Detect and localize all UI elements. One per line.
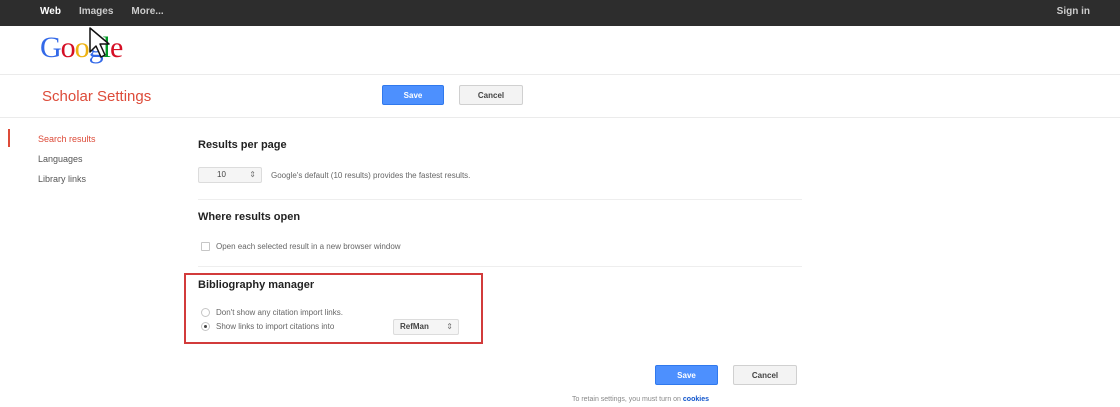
cookie-notice: To retain settings, you must turn on coo… [572, 396, 709, 403]
results-per-page-select[interactable]: 10 ⇕ [198, 167, 262, 183]
select-arrows-icon: ⇕ [249, 170, 256, 179]
cookie-notice-text: To retain settings, you must turn on [572, 396, 681, 403]
logo-letter: o [60, 31, 76, 64]
bottom-save-button[interactable]: Save [655, 365, 718, 385]
section-divider [198, 266, 802, 267]
where-results-open-title: Where results open [198, 211, 301, 223]
sidebar-item-library-links[interactable]: Library links [38, 173, 96, 193]
sign-in-link[interactable]: Sign in [1057, 6, 1090, 17]
new-window-checkbox[interactable] [201, 242, 210, 251]
bottom-cancel-button[interactable]: Cancel [733, 365, 797, 385]
header-divider [0, 74, 1120, 75]
section-divider [198, 199, 802, 200]
cancel-button[interactable]: Cancel [459, 85, 523, 105]
results-per-page-title: Results per page [198, 139, 287, 151]
save-button[interactable]: Save [382, 85, 444, 105]
results-per-page-value: 10 [217, 170, 226, 179]
results-per-page-note: Google's default (10 results) provides t… [271, 171, 471, 180]
page: Web Images More... Sign in Google Schola… [0, 0, 1120, 407]
settings-sidebar: Search results Languages Library links [38, 133, 96, 193]
sidebar-item-languages[interactable]: Languages [38, 153, 96, 173]
cookies-link[interactable]: cookies [683, 396, 709, 403]
active-section-marker [8, 129, 10, 147]
top-nav-links: Web Images More... [40, 6, 164, 17]
nav-link-web[interactable]: Web [40, 6, 61, 17]
nav-link-more[interactable]: More... [131, 6, 163, 17]
sidebar-item-search-results[interactable]: Search results [38, 133, 96, 153]
top-navigation-bar: Web Images More... Sign in [0, 0, 1120, 26]
mouse-pointer-icon [89, 27, 110, 58]
logo-letter: G [40, 31, 62, 64]
header-bottom-divider [0, 117, 1120, 118]
logo-letter: o [74, 31, 90, 64]
page-title: Scholar Settings [42, 88, 152, 105]
nav-link-images[interactable]: Images [79, 6, 113, 17]
new-window-label: Open each selected result in a new brows… [216, 242, 401, 251]
highlight-annotation-box [184, 273, 483, 344]
